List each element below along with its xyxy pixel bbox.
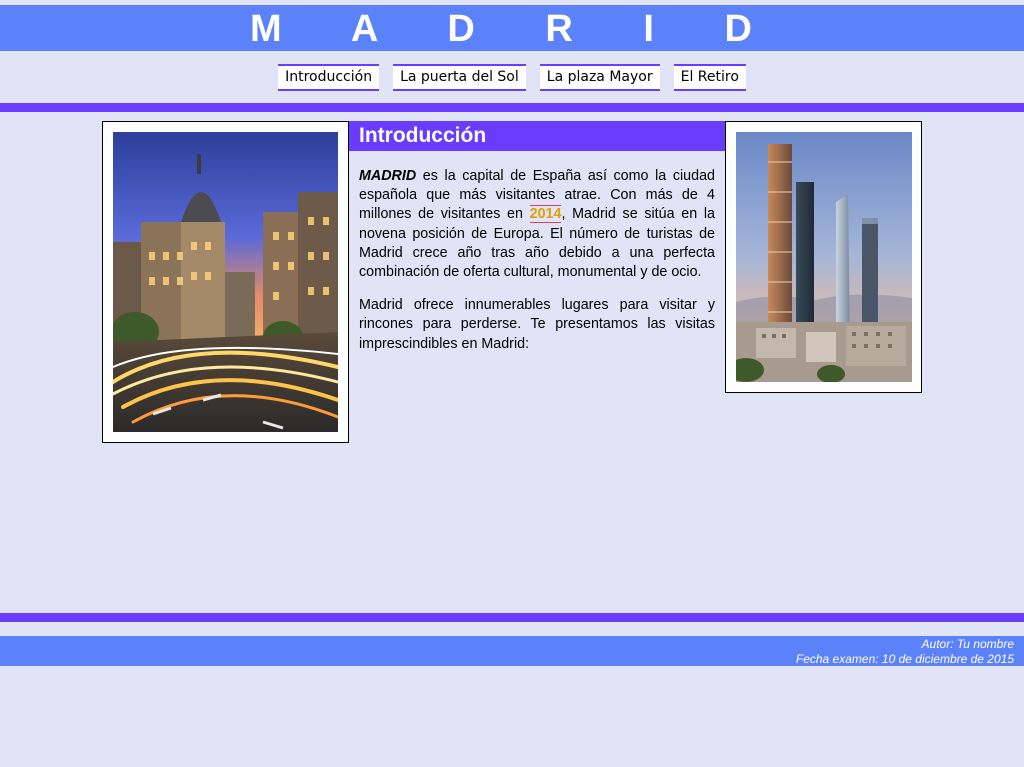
footer-exam-date: Fecha examen: 10 de diciembre de 2015 [795,652,1014,666]
photo-frame-right [725,121,922,393]
section-heading: Introducción [349,121,725,151]
nav-item-introduccion[interactable]: Introducción [278,64,380,91]
nav-item-el-retiro[interactable]: El Retiro [673,64,746,91]
divider-bottom [0,613,1024,622]
nav-item-plaza-mayor[interactable]: La plaza Mayor [539,64,660,91]
page-footer: Autor: Tu nombre Fecha examen: 10 de dic… [0,636,1024,666]
intro-paragraph-2: Madrid ofrece innumerables lugares para … [359,297,715,352]
photo-frame-left [102,121,349,443]
nav-item-puerta-del-sol[interactable]: La puerta del Sol [393,64,526,91]
footer-author: Autor: Tu nombre [921,637,1014,651]
site-title: M A D R I D [0,5,1024,51]
intro-paragraph-1: MADRID es la capital de España así como … [359,167,715,282]
city-street-night-photo [113,132,338,432]
year-highlight: 2014 [529,205,562,224]
intro-content: MADRID es la capital de España así como … [359,167,715,368]
skyscrapers-photo [736,132,912,382]
main-nav: Introducción La puerta del Sol La plaza … [0,64,1024,91]
divider-top [0,103,1024,112]
city-name: MADRID [359,168,417,184]
